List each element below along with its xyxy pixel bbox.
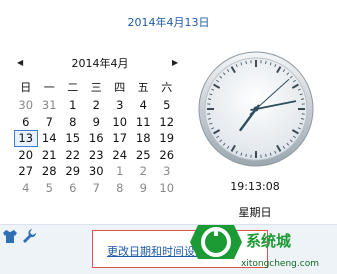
watermark-text: 系统城 [246, 232, 292, 250]
analog-clock [198, 51, 314, 167]
full-date-link[interactable]: 2014年4月13日 [0, 14, 337, 30]
calendar-day[interactable]: 30 [14, 97, 38, 114]
calendar-day[interactable]: 23 [85, 147, 109, 164]
calendar-day[interactable]: 14 [38, 130, 62, 147]
calendar-day[interactable]: 6 [14, 114, 38, 131]
watermark-domain: xitongcheng.com [241, 259, 319, 269]
weekday-header: 日一二三四五六 [14, 79, 179, 96]
calendar-day[interactable]: 10 [155, 180, 179, 197]
month-title[interactable]: 2014年4月 [45, 55, 155, 71]
calendar-day[interactable]: 24 [108, 147, 132, 164]
weekday-cell: 一 [43, 81, 55, 94]
weekday-cell: 三 [90, 81, 102, 94]
calendar-week-row: 4 5 6 7 8 9 10 [14, 180, 179, 197]
calendar-day[interactable]: 31 [38, 97, 62, 114]
calendar-day[interactable]: 11 [132, 114, 156, 131]
calendar-day[interactable]: 22 [61, 147, 85, 164]
calendar-day[interactable]: 3 [108, 97, 132, 114]
calendar-week-row: 27 28 29 30 1 2 3 [14, 163, 179, 180]
date-time-popup: 2014年4月13日 ◀ 2014年4月 ▶ 日一二三四五六 30 31 1 2 3 4 5… [0, 0, 337, 274]
calendar-day[interactable]: 16 [85, 130, 109, 147]
calendar-day[interactable]: 29 [61, 163, 85, 180]
prev-month-arrow-icon[interactable]: ◀ [17, 58, 23, 67]
calendar-day[interactable]: 5 [155, 97, 179, 114]
calendar-day[interactable]: 2 [85, 97, 109, 114]
shirt-icon[interactable] [2, 228, 18, 244]
calendar-day-today[interactable]: 13 [14, 130, 38, 147]
calendar-day[interactable]: 10 [108, 114, 132, 131]
calendar-week-row: 20 21 22 23 24 25 26 [14, 147, 179, 164]
calendar-day[interactable]: 4 [132, 97, 156, 114]
calendar-day[interactable]: 30 [85, 163, 109, 180]
calendar-day[interactable]: 5 [38, 180, 62, 197]
taskbar-tray [0, 226, 40, 248]
calendar-day[interactable]: 9 [132, 180, 156, 197]
calendar-day[interactable]: 25 [132, 147, 156, 164]
weekday-cell: 四 [114, 81, 126, 94]
calendar-day[interactable]: 8 [108, 180, 132, 197]
calendar-day[interactable]: 7 [38, 114, 62, 131]
weekday-cell: 二 [67, 81, 79, 94]
weekday-cell: 日 [20, 81, 32, 94]
calendar-day[interactable]: 18 [132, 130, 156, 147]
calendar-day[interactable]: 20 [14, 147, 38, 164]
clock-center [253, 106, 259, 112]
weekday-cell: 六 [161, 81, 173, 94]
calendar-day[interactable]: 26 [155, 147, 179, 164]
calendar-day[interactable]: 7 [85, 180, 109, 197]
calendar-day[interactable]: 4 [14, 180, 38, 197]
wrench-icon[interactable] [21, 228, 37, 244]
calendar-day[interactable]: 1 [61, 97, 85, 114]
next-month-arrow-icon[interactable]: ▶ [172, 58, 178, 67]
watermark-logo-icon [190, 225, 242, 259]
calendar-week-row: 13 14 15 16 17 18 19 [14, 130, 179, 147]
calendar-day[interactable]: 3 [155, 163, 179, 180]
calendar-day[interactable]: 8 [61, 114, 85, 131]
calendar-day[interactable]: 12 [155, 114, 179, 131]
weekday-cell: 五 [137, 81, 149, 94]
calendar-day[interactable]: 28 [38, 163, 62, 180]
calendar-day[interactable]: 19 [155, 130, 179, 147]
calendar-day[interactable]: 21 [38, 147, 62, 164]
calendar-day[interactable]: 1 [108, 163, 132, 180]
calendar-week-row: 6 7 8 9 10 11 12 [14, 114, 179, 131]
calendar-day[interactable]: 15 [61, 130, 85, 147]
calendar-day[interactable]: 9 [85, 114, 109, 131]
calendar-day[interactable]: 6 [61, 180, 85, 197]
calendar-day[interactable]: 2 [132, 163, 156, 180]
calendar-week-row: 30 31 1 2 3 4 5 [14, 97, 179, 114]
calendar-day[interactable]: 17 [108, 130, 132, 147]
calendar-day[interactable]: 27 [14, 163, 38, 180]
digital-time: 19:13:08 [230, 180, 280, 193]
